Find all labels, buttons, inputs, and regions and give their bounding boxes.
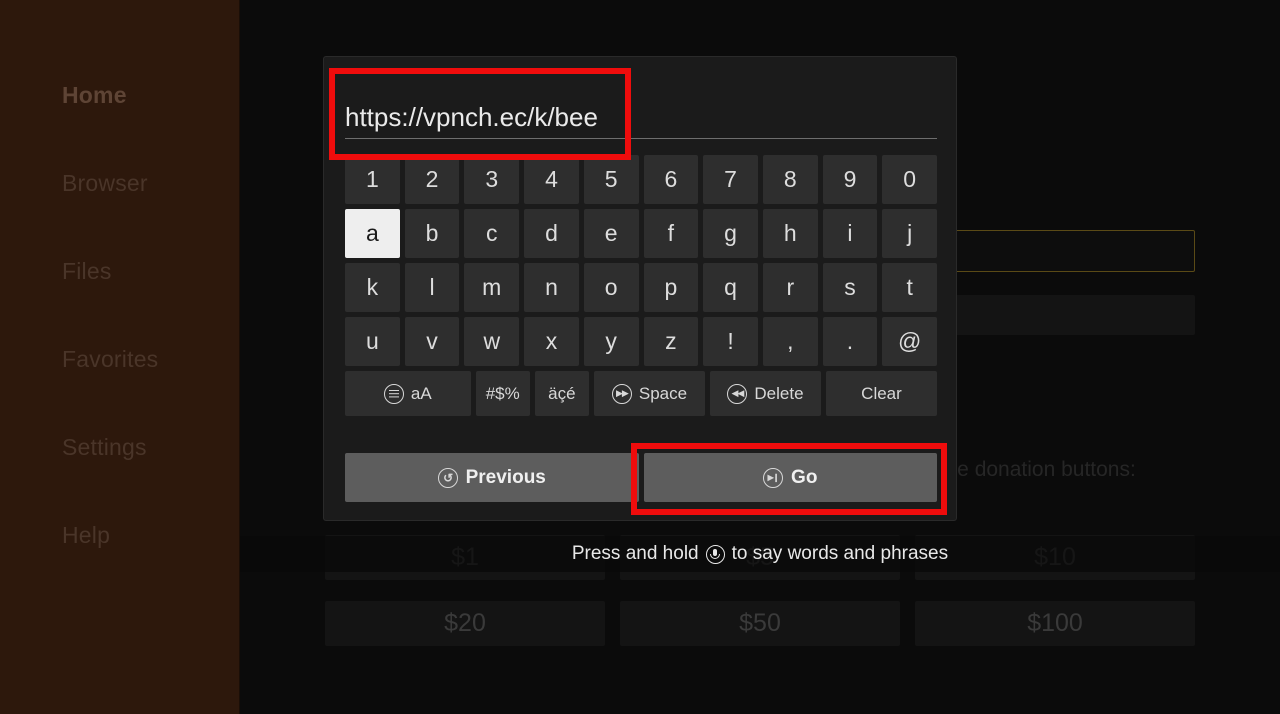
key-5[interactable]: 5 [583,155,639,204]
donate-button-50[interactable]: $50 [620,601,900,646]
key-symbols-label: #$% [485,383,520,403]
key-clear[interactable]: Clear [825,371,937,416]
keyboard-function-row: aA #$% äçé ▶▶ Space ◀◀ Delete Clear [345,371,937,416]
donate-button-100[interactable]: $100 [915,601,1195,646]
key-q[interactable]: q [703,263,758,312]
key-2[interactable]: 2 [404,155,460,204]
key-accents-label: äçé [548,383,576,403]
key-a[interactable]: a [345,209,400,258]
key-s[interactable]: s [822,263,878,312]
key-n[interactable]: n [524,263,579,312]
previous-button-label: Previous [465,466,546,488]
sidebar-item-help[interactable]: Help [62,522,110,549]
sidebar-item-favorites[interactable]: Favorites [62,346,158,373]
key-d[interactable]: d [524,209,579,258]
sidebar-nav: Home Browser Files Favorites Settings He… [0,0,240,714]
previous-button[interactable]: ↺ Previous [345,453,639,502]
voice-hint-after: to say words and phrases [731,543,949,564]
donate-button-20[interactable]: $20 [325,601,605,646]
keyboard-row-digits: 1 2 3 4 5 6 7 8 9 0 [345,155,938,204]
play-pause-icon: ▶❙ [763,467,784,488]
onscreen-keyboard-dialog: https://vpnch.ec/k/bee 1 2 3 4 5 6 7 8 9… [323,56,957,521]
key-3[interactable]: 3 [464,155,520,204]
key-u[interactable]: u [345,317,400,366]
donation-caption: ase donation buttons: [935,458,1136,481]
key-y[interactable]: y [583,317,639,366]
fast-forward-icon: ▶▶ [611,383,632,404]
key-w[interactable]: w [464,317,520,366]
key-case-toggle[interactable]: aA [345,371,471,416]
key-i[interactable]: i [822,209,878,258]
key-4[interactable]: 4 [524,155,579,204]
key-c[interactable]: c [464,209,520,258]
background-url-input[interactable] [925,230,1195,272]
key-1[interactable]: 1 [345,155,400,204]
key-m[interactable]: m [464,263,520,312]
keyboard-key-grid: 1 2 3 4 5 6 7 8 9 0 a b c d e f g h i j … [345,155,938,421]
url-text-value: https://vpnch.ec/k/bee [345,102,598,132]
key-l[interactable]: l [404,263,460,312]
key-at[interactable]: @ [882,317,938,366]
key-r[interactable]: r [762,263,818,312]
key-p[interactable]: p [643,263,699,312]
key-delete[interactable]: ◀◀ Delete [709,371,821,416]
sidebar-item-files[interactable]: Files [62,258,112,285]
keyboard-action-row: ↺ Previous ▶❙ Go [345,453,937,502]
case-toggle-icon [383,383,404,404]
key-delete-label: Delete [754,383,804,403]
key-b[interactable]: b [404,209,460,258]
key-e[interactable]: e [583,209,639,258]
key-9[interactable]: 9 [822,155,878,204]
url-text-field[interactable]: https://vpnch.ec/k/bee [345,79,937,139]
go-button-label: Go [791,466,818,488]
key-case-toggle-label: aA [410,383,432,403]
keyboard-row-a-j: a b c d e f g h i j [345,209,938,258]
key-symbols[interactable]: #$% [475,371,530,416]
key-f[interactable]: f [643,209,699,258]
key-t[interactable]: t [882,263,938,312]
microphone-icon [705,544,725,564]
key-space-label: Space [638,383,688,403]
go-button[interactable]: ▶❙ Go [643,453,937,502]
key-space[interactable]: ▶▶ Space [593,371,705,416]
key-o[interactable]: o [583,263,639,312]
voice-hint-bar: Press and hold to say words and phrases [240,536,1280,572]
keyboard-row-k-t: k l m n o p q r s t [345,263,938,312]
key-comma[interactable]: , [762,317,818,366]
key-z[interactable]: z [643,317,699,366]
key-k[interactable]: k [345,263,400,312]
keyboard-row-u-at: u v w x y z ! , . @ [345,317,938,366]
key-v[interactable]: v [404,317,460,366]
sidebar-item-home[interactable]: Home [62,82,127,109]
key-exclamation[interactable]: ! [703,317,758,366]
sidebar-item-browser[interactable]: Browser [62,170,148,197]
key-x[interactable]: x [524,317,579,366]
app-root: Home Browser Files Favorites Settings He… [0,0,1280,714]
back-arrow-icon: ↺ [437,467,458,488]
rewind-icon: ◀◀ [727,383,748,404]
key-clear-label: Clear [861,383,902,403]
key-8[interactable]: 8 [762,155,818,204]
key-j[interactable]: j [882,209,938,258]
key-accents[interactable]: äçé [534,371,589,416]
sidebar-item-settings[interactable]: Settings [62,434,147,461]
key-g[interactable]: g [703,209,758,258]
key-7[interactable]: 7 [703,155,758,204]
key-h[interactable]: h [762,209,818,258]
voice-hint-before: Press and hold [571,543,699,564]
key-period[interactable]: . [822,317,878,366]
key-0[interactable]: 0 [882,155,938,204]
background-secondary-panel[interactable] [925,295,1195,335]
key-6[interactable]: 6 [643,155,699,204]
